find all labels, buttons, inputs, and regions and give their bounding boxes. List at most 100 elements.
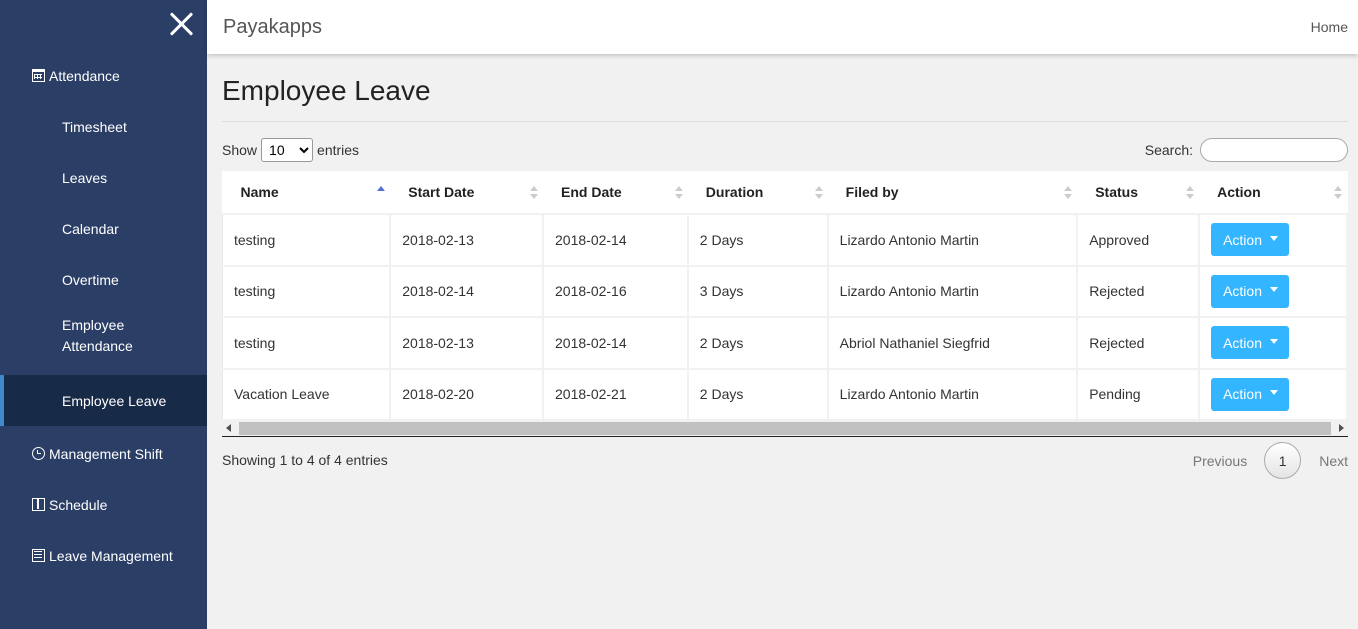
home-link[interactable]: Home bbox=[1311, 19, 1348, 35]
cell-action: Action bbox=[1198, 316, 1348, 370]
cell-duration: 3 Days bbox=[686, 264, 829, 318]
column-header-label: End Date bbox=[561, 184, 622, 200]
horizontal-scrollbar[interactable] bbox=[222, 420, 1348, 437]
pagination-previous[interactable]: Previous bbox=[1193, 453, 1247, 469]
cell-start-date: 2018-02-13 bbox=[389, 316, 545, 370]
sidebar-item-label-line2: Attendance bbox=[62, 338, 133, 354]
sort-icon bbox=[1186, 186, 1195, 200]
brand-name[interactable]: Payakapps bbox=[223, 16, 322, 39]
cell-start-date: 2018-02-14 bbox=[389, 264, 545, 318]
sidebar-item-timesheet[interactable]: Timesheet bbox=[0, 101, 207, 152]
sort-icon bbox=[1064, 186, 1073, 200]
list-icon bbox=[32, 549, 45, 562]
cell-name: Vacation Leave bbox=[222, 367, 392, 421]
action-dropdown-button[interactable]: Action bbox=[1211, 223, 1289, 257]
sidebar-item-management-shift[interactable]: Management Shift bbox=[0, 428, 207, 479]
column-header-start-date[interactable]: Start Date bbox=[390, 171, 544, 215]
page-length-control: Show 10 entries bbox=[222, 138, 359, 162]
cell-end-date: 2018-02-14 bbox=[542, 316, 689, 370]
close-icon[interactable] bbox=[168, 10, 196, 38]
sort-icon bbox=[814, 186, 823, 200]
column-header-label: Filed by bbox=[845, 184, 899, 200]
table-row: testing 2018-02-13 2018-02-14 2 Days Abr… bbox=[222, 316, 1348, 370]
search-control: Search: bbox=[1145, 138, 1348, 162]
cell-duration: 2 Days bbox=[686, 316, 829, 370]
cell-name: testing bbox=[222, 213, 392, 267]
column-header-label: Action bbox=[1217, 184, 1261, 200]
column-header-status[interactable]: Status bbox=[1077, 171, 1200, 215]
cell-filed-by: Lizardo Antonio Martin bbox=[826, 264, 1079, 318]
schedule-icon bbox=[32, 498, 45, 511]
sidebar-item-label: Calendar bbox=[62, 220, 119, 237]
action-label: Action bbox=[1223, 283, 1262, 300]
cell-start-date: 2018-02-13 bbox=[389, 213, 545, 267]
sidebar-item-label: Leaves bbox=[62, 169, 108, 186]
scroll-left-icon[interactable] bbox=[226, 424, 231, 432]
sort-icon bbox=[530, 186, 539, 200]
caret-down-icon bbox=[1270, 287, 1278, 293]
sort-icon bbox=[674, 186, 683, 200]
top-navbar: Payakapps Home bbox=[207, 0, 1358, 54]
cell-name: testing bbox=[222, 264, 392, 318]
column-header-filed-by[interactable]: Filed by bbox=[827, 171, 1078, 215]
cell-end-date: 2018-02-21 bbox=[542, 367, 689, 421]
pagination-next[interactable]: Next bbox=[1319, 453, 1348, 469]
action-dropdown-button[interactable]: Action bbox=[1211, 377, 1289, 411]
sidebar-item-leaves[interactable]: Leaves bbox=[0, 152, 207, 203]
cell-status: Approved bbox=[1076, 213, 1201, 267]
cell-start-date: 2018-02-20 bbox=[389, 367, 545, 421]
scroll-right-icon[interactable] bbox=[1339, 424, 1344, 432]
cell-duration: 2 Days bbox=[686, 367, 829, 421]
search-input[interactable] bbox=[1200, 138, 1348, 162]
entries-label: entries bbox=[317, 142, 360, 158]
cell-filed-by: Lizardo Antonio Martin bbox=[826, 367, 1079, 421]
page-title: Employee Leave bbox=[222, 75, 431, 106]
clock-icon bbox=[32, 447, 45, 460]
table-header-row: Name Start Date End Date Duration Filed … bbox=[222, 171, 1347, 215]
sidebar: Attendance Timesheet Leaves Calendar Ove… bbox=[0, 0, 207, 629]
pagination: Previous 1 Next bbox=[1193, 442, 1348, 479]
cell-status: Rejected bbox=[1076, 316, 1201, 370]
column-header-action[interactable]: Action bbox=[1199, 171, 1347, 215]
sidebar-item-label-line1: Employee bbox=[62, 317, 125, 333]
page-length-select[interactable]: 10 bbox=[261, 138, 314, 162]
cell-action: Action bbox=[1198, 367, 1348, 421]
sidebar-item-schedule[interactable]: Schedule bbox=[0, 479, 207, 530]
sidebar-item-leave-management[interactable]: Leave Management bbox=[0, 530, 207, 581]
calendar-icon bbox=[32, 69, 45, 82]
sidebar-item-label: Overtime bbox=[62, 271, 119, 288]
table-row: testing 2018-02-14 2018-02-16 3 Days Liz… bbox=[222, 264, 1348, 318]
cell-duration: 2 Days bbox=[686, 213, 829, 267]
cell-status: Pending bbox=[1076, 367, 1201, 421]
sidebar-item-employee-attendance[interactable]: Employee Attendance bbox=[0, 315, 207, 365]
scrollbar-thumb[interactable] bbox=[239, 422, 1331, 435]
show-label: Show bbox=[222, 142, 258, 158]
sidebar-item-employee-leave[interactable]: Employee Leave bbox=[0, 375, 207, 426]
action-dropdown-button[interactable]: Action bbox=[1211, 274, 1289, 308]
action-label: Action bbox=[1223, 334, 1262, 351]
action-dropdown-button[interactable]: Action bbox=[1211, 326, 1289, 360]
column-header-label: Name bbox=[240, 184, 279, 200]
cell-filed-by: Lizardo Antonio Martin bbox=[826, 213, 1079, 267]
table-info: Showing 1 to 4 of 4 entries bbox=[222, 452, 388, 468]
cell-filed-by: Abriol Nathaniel Siegfrid bbox=[826, 316, 1079, 370]
sidebar-item-label: Management Shift bbox=[49, 445, 163, 462]
column-header-duration[interactable]: Duration bbox=[687, 171, 828, 215]
sort-icon bbox=[1334, 186, 1342, 200]
sidebar-item-calendar[interactable]: Calendar bbox=[0, 203, 207, 254]
column-header-label: Duration bbox=[705, 184, 764, 200]
leave-table: Name Start Date End Date Duration Filed … bbox=[222, 171, 1348, 421]
pagination-page[interactable]: 1 bbox=[1264, 442, 1302, 479]
sidebar-item-label: Schedule bbox=[49, 496, 108, 513]
sidebar-item-attendance[interactable]: Attendance bbox=[0, 50, 207, 101]
sidebar-item-label: Attendance bbox=[49, 67, 120, 84]
table-row: Vacation Leave 2018-02-20 2018-02-21 2 D… bbox=[222, 367, 1348, 421]
sidebar-item-overtime[interactable]: Overtime bbox=[0, 254, 207, 305]
column-header-name[interactable]: Name bbox=[222, 171, 391, 215]
column-header-end-date[interactable]: End Date bbox=[543, 171, 688, 215]
cell-end-date: 2018-02-14 bbox=[542, 213, 689, 267]
sidebar-item-label: Timesheet bbox=[62, 118, 127, 135]
column-header-label: Start Date bbox=[408, 184, 475, 200]
sidebar-item-label: Leave Management bbox=[49, 547, 173, 564]
cell-end-date: 2018-02-16 bbox=[542, 264, 689, 318]
